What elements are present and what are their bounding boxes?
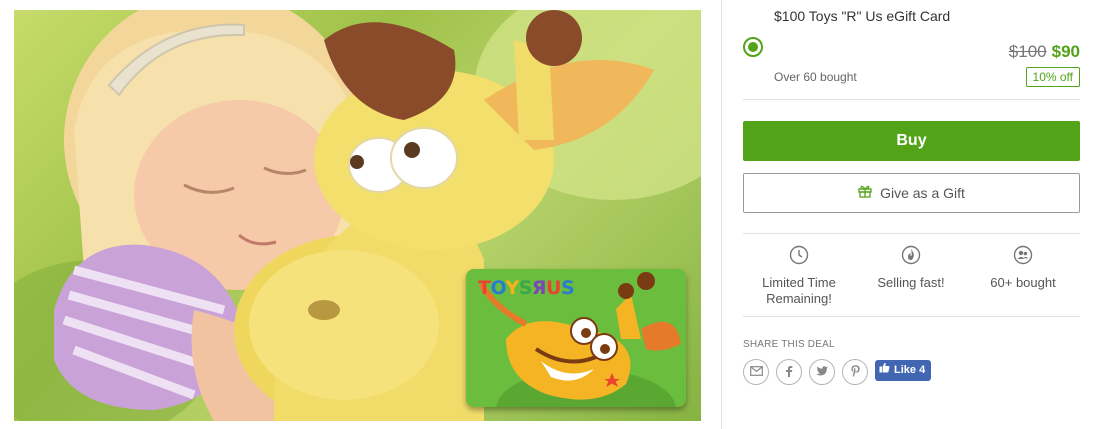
facebook-like-button[interactable]: Like 4	[875, 360, 932, 381]
twitter-share-button[interactable]	[809, 359, 835, 385]
like-label: Like	[894, 364, 917, 376]
deal-hero-image: TOYSЯUS	[14, 10, 701, 421]
feature-limited-time: Limited Time Remaining!	[743, 245, 855, 307]
give-as-gift-button[interactable]: Give as a Gift	[743, 173, 1080, 213]
gift-card-image: TOYSЯUS	[466, 269, 686, 407]
feature-selling-fast: Selling fast!	[855, 245, 967, 291]
like-count: 4	[919, 364, 926, 376]
twitter-icon	[816, 365, 828, 379]
email-share-button[interactable]	[743, 359, 769, 385]
deal-purchase-panel: $100 Toys "R" Us eGift Card $100 $90 Over…	[743, 0, 1080, 429]
buy-button[interactable]: Buy	[743, 121, 1080, 161]
divider	[743, 233, 1080, 234]
facebook-share-button[interactable]	[776, 359, 802, 385]
feature-label: Selling fast!	[877, 275, 945, 290]
feature-label: 60+ bought	[990, 275, 1056, 290]
sale-price: $90	[1051, 42, 1080, 61]
original-price: $100	[1008, 42, 1047, 61]
discount-badge: 10% off	[1025, 67, 1080, 87]
facebook-icon	[785, 365, 793, 380]
deal-option-radio[interactable]	[743, 37, 763, 57]
share-label: SHARE THIS DEAL	[743, 339, 835, 350]
thumbs-up-icon	[879, 360, 890, 381]
divider	[743, 99, 1080, 100]
bought-count: Over 60 bought	[774, 70, 857, 84]
price-row: $100 $90	[1009, 42, 1080, 62]
gift-icon	[858, 174, 872, 212]
card-brand-logo: TOYSЯUS	[478, 277, 575, 299]
feature-bought: 60+ bought	[967, 245, 1079, 291]
clock-icon	[743, 245, 855, 269]
feature-label: Limited Time Remaining!	[762, 275, 836, 306]
gift-button-label: Give as a Gift	[880, 185, 965, 201]
flame-icon	[855, 245, 967, 269]
people-icon	[967, 245, 1079, 269]
deal-option-title: $100 Toys "R" Us eGift Card	[774, 8, 951, 24]
panel-divider	[721, 0, 722, 429]
divider	[743, 316, 1080, 317]
pinterest-icon	[850, 364, 860, 380]
email-icon	[749, 365, 763, 379]
pinterest-share-button[interactable]	[842, 359, 868, 385]
